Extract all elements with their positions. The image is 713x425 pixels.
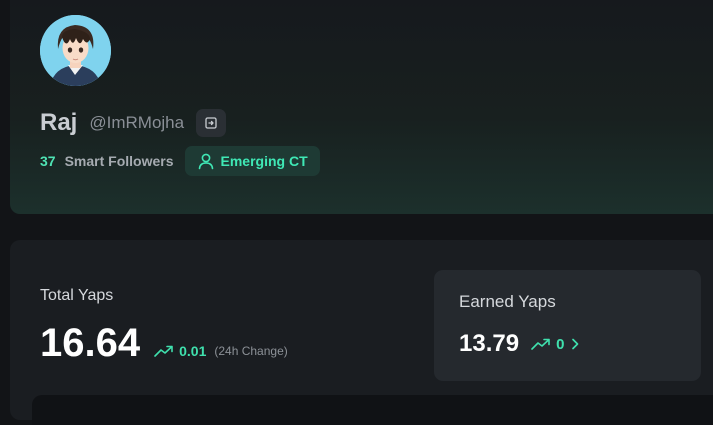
- lower-panel: [32, 395, 713, 425]
- total-yaps-label: Total Yaps: [40, 287, 114, 304]
- chevron-right-icon[interactable]: [571, 338, 580, 350]
- earned-yaps-value: 13.79: [459, 330, 520, 357]
- user-icon: [198, 153, 213, 170]
- stats-card: Total Yaps 16.64 0.01 (24h Change) Earne…: [10, 240, 713, 420]
- name-row: Raj @ImRMojha: [40, 108, 227, 138]
- total-yaps-value: 16.64: [40, 321, 141, 365]
- open-profile-button[interactable]: [196, 109, 227, 137]
- emerging-ct-badge[interactable]: Emerging CT: [184, 146, 320, 176]
- trend-up-icon: [531, 338, 550, 350]
- profile-card: Raj @ImRMojha 37 Smart Followers Emergin…: [10, 0, 713, 214]
- earned-change-value: 0: [556, 335, 565, 353]
- profile-handle[interactable]: @ImRMojha: [89, 113, 184, 133]
- profile-name: Raj: [40, 109, 78, 136]
- followers-row: 37 Smart Followers Emerging CT: [40, 146, 320, 176]
- earned-yaps-card[interactable]: Earned Yaps 13.79 0: [434, 270, 701, 381]
- total-change: 0.01 (24h Change): [154, 343, 288, 359]
- avatar[interactable]: [40, 15, 111, 86]
- earned-change: 0: [531, 336, 580, 353]
- total-change-note: (24h Change): [214, 344, 288, 358]
- avatar-image: [40, 15, 111, 86]
- badge-label: Emerging CT: [220, 153, 308, 169]
- smart-followers-label[interactable]: Smart Followers: [65, 153, 174, 169]
- external-link-icon: [205, 117, 217, 129]
- trend-up-icon: [154, 345, 173, 357]
- earned-yaps-row: 13.79 0: [459, 328, 580, 360]
- smart-followers-count[interactable]: 37: [40, 153, 56, 169]
- earned-yaps-label: Earned Yaps: [459, 292, 556, 311]
- total-change-value: 0.01: [179, 343, 207, 359]
- total-yaps-row: 16.64 0.01 (24h Change): [40, 320, 288, 366]
